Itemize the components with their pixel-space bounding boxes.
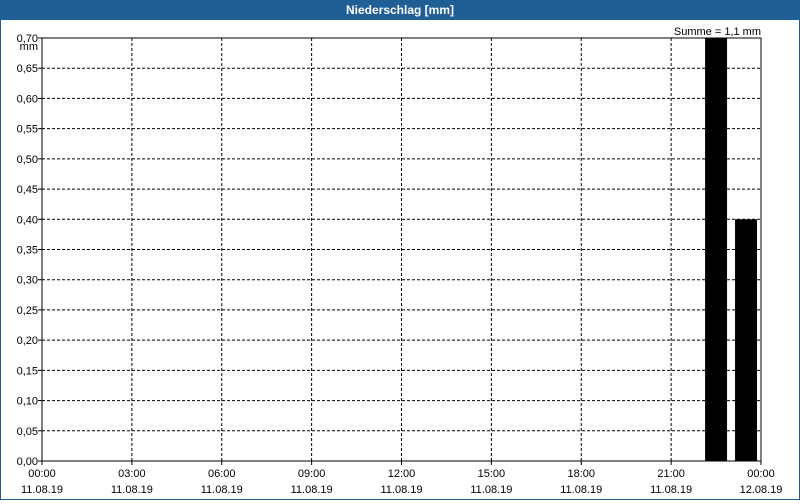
x-tick-time-label: 18:00 xyxy=(567,468,595,480)
x-tick-date-label: 11.08.19 xyxy=(111,484,153,496)
y-tick-label: 0,25 xyxy=(17,305,38,317)
x-tick-date-label: 12.08.19 xyxy=(740,484,783,496)
x-tick-time-label: 09:00 xyxy=(298,468,326,480)
y-tick-label: 0,55 xyxy=(17,124,38,136)
y-tick-label: 0,15 xyxy=(17,365,38,377)
chart-window: Niederschlag [mm] 0,00 0,05 0,10 0,15 0,20 0,… xyxy=(0,0,800,500)
y-tick-label: 0,65 xyxy=(17,63,38,75)
x-tick-date-label: 11.08.19 xyxy=(291,484,333,496)
x-tick-time-label: 21:00 xyxy=(657,468,685,480)
y-tick-label: 0,00 xyxy=(17,456,38,468)
x-tick-date-label: 11.08.19 xyxy=(201,484,243,496)
x-tick-date-label: 11.08.19 xyxy=(650,484,692,496)
y-tick-label: 0,40 xyxy=(17,214,38,226)
y-tick-label: 0,35 xyxy=(17,245,38,257)
y-tick-label: 0,60 xyxy=(17,93,38,105)
chart-title: Niederschlag [mm] xyxy=(1,1,799,20)
x-tick-time-label: 12:00 xyxy=(388,468,416,480)
x-tick-time-label: 15:00 xyxy=(478,468,506,480)
x-tick-time-label: 00:00 xyxy=(28,468,56,480)
x-tick-date-label: 11.08.19 xyxy=(21,484,63,496)
precipitation-bar xyxy=(735,219,757,461)
x-tick-date-label: 11.08.19 xyxy=(470,484,512,496)
precipitation-chart: 0,00 0,05 0,10 0,15 0,20 0,25 0,30 0,35 0,40 0,45… xyxy=(17,26,783,496)
y-tick-label: 0,30 xyxy=(17,275,38,287)
x-tick-date-label: 11.08.19 xyxy=(560,484,602,496)
x-tick-time-label: 03:00 xyxy=(118,468,146,480)
precipitation-sum-label: Summe = 1,1 mm xyxy=(674,26,761,38)
y-tick-label: 0,50 xyxy=(17,154,38,166)
x-tick-date-label: 11.08.19 xyxy=(380,484,422,496)
y-tick-label: 0,20 xyxy=(17,335,38,347)
y-axis-unit-label: mm xyxy=(20,41,38,53)
y-tick-label: 0,10 xyxy=(17,396,38,408)
y-tick-label: 0,05 xyxy=(17,426,38,438)
x-tick-time-label: 06:00 xyxy=(208,468,236,480)
x-tick-time-label: 00:00 xyxy=(747,468,775,480)
precipitation-bar xyxy=(705,38,728,461)
y-tick-label: 0,45 xyxy=(17,184,38,196)
